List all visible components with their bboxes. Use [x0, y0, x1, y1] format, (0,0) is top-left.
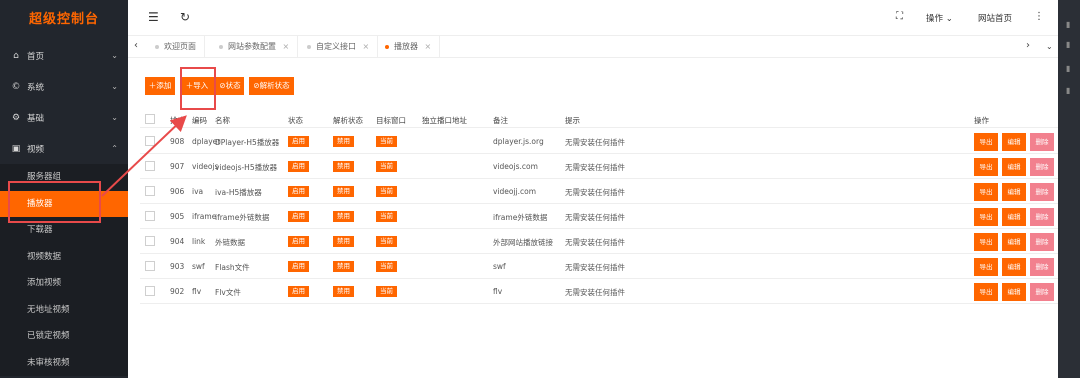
annotation-arrow [101, 115, 187, 197]
